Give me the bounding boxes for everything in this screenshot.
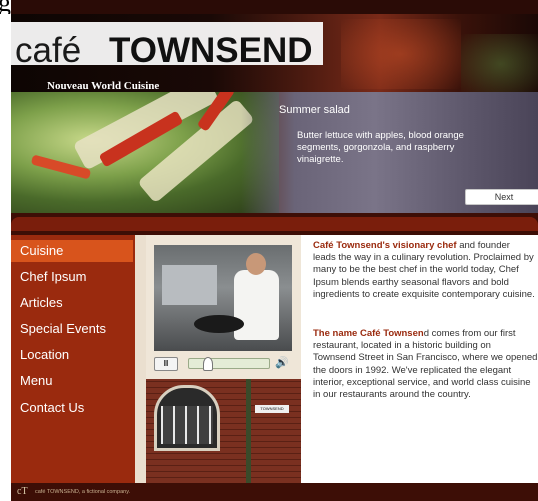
slider-thumb[interactable]	[203, 357, 213, 371]
highlight-name: The name Café Townsen	[313, 328, 424, 339]
hero-title: Summer salad	[279, 104, 350, 116]
salad-image	[11, 92, 279, 213]
hero-banner: Summer salad Butter lettuce with apples,…	[11, 92, 538, 213]
nav-item-special-events[interactable]: Special Events	[11, 318, 135, 340]
street-photo: TOWNSEND	[146, 379, 301, 483]
section-divider	[11, 213, 538, 235]
text-line: leads the way in a culinary revolution. …	[313, 252, 534, 264]
nav-item-articles[interactable]: Articles	[11, 292, 135, 314]
about-paragraph-chef: Café Townsend's visionary chef and found…	[313, 240, 538, 301]
speaker-icon[interactable]: 🔊	[275, 356, 289, 369]
text-line: the doors in 1992. We've replicated the …	[313, 364, 512, 376]
text-line: Townsend Street in San Francisco, where …	[313, 352, 538, 364]
street-sign: TOWNSEND	[255, 405, 289, 413]
arched-window	[154, 385, 220, 451]
hero-description: Butter lettuce with apples, blood orange…	[297, 130, 464, 165]
pause-button[interactable]: II	[154, 357, 178, 371]
chef-figure	[234, 270, 279, 340]
site-tagline: Nouveau World Cuisine	[47, 80, 160, 92]
header-photo-glow	[341, 19, 461, 89]
video-controls: II 🔊	[154, 355, 292, 371]
highlight-visionary-chef: Café Townsend's visionary chef	[313, 240, 457, 251]
pan	[194, 315, 244, 333]
street-pole	[246, 379, 251, 483]
video-progress-slider[interactable]	[188, 357, 270, 371]
header-photo-plants	[461, 34, 538, 92]
logo-cafe-text: café	[15, 31, 82, 70]
site-frame: café TOWNSEND Nouveau World Cuisine Summ…	[11, 0, 538, 501]
next-button[interactable]: Next	[465, 189, 538, 205]
kitchen-shelf	[162, 265, 217, 305]
footer-logo: cT	[17, 486, 28, 497]
nav-item-location[interactable]: Location	[11, 344, 135, 366]
text-line: ingredients to create exquisite contempo…	[313, 288, 535, 300]
logo[interactable]: café TOWNSEND	[11, 22, 323, 70]
nav-item-cuisine[interactable]: Cuisine	[11, 240, 133, 262]
nav-item-menu[interactable]: Menu	[11, 370, 135, 392]
main-nav: Cuisine Chef Ipsum Articles Special Even…	[11, 235, 135, 483]
nav-item-chef-ipsum[interactable]: Chef Ipsum	[11, 266, 135, 288]
media-column: II 🔊 TOWNSEND	[146, 235, 301, 483]
nav-item-contact-us[interactable]: Contact Us	[11, 397, 135, 419]
text-line: in our restaurants around the country.	[313, 389, 471, 401]
text-line: and founder	[456, 240, 510, 251]
site-header: café TOWNSEND Nouveau World Cuisine	[11, 14, 538, 92]
text-line: restaurant, located in a historic buildi…	[313, 340, 491, 352]
about-paragraph-name: The name Café Townsend comes from our fi…	[313, 328, 538, 401]
text-line: interior, exceptional service, and world…	[313, 376, 531, 388]
chef-video[interactable]	[154, 245, 292, 351]
footer-copyright: café TOWNSEND, a fictional company.	[35, 489, 131, 495]
text-line: Ipsum blends earthy seasonal flavors and…	[313, 276, 509, 288]
main-content: Café Townsend's visionary chef and found…	[301, 235, 538, 483]
text-line: many to be the best chef in the world to…	[313, 264, 519, 276]
text-line: d comes from our first	[423, 328, 516, 339]
site-footer: cT café TOWNSEND, a fictional company.	[11, 483, 538, 501]
logo-townsend-text: TOWNSEND	[109, 31, 313, 70]
column-gutter	[135, 235, 146, 483]
chef-head	[246, 253, 266, 275]
